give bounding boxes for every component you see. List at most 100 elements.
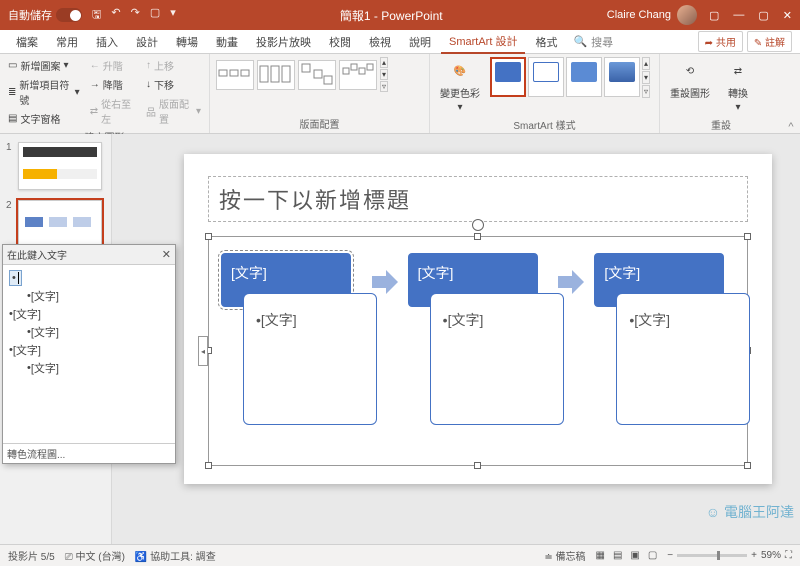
text-pane-button[interactable]: ▤ 文字窗格 <box>6 110 82 127</box>
process-step-1[interactable]: [文字] •[文字] <box>221 253 362 307</box>
tab-transitions[interactable]: 轉場 <box>168 30 206 53</box>
gallery-up-icon[interactable]: ▴ <box>642 57 650 70</box>
language-label[interactable]: ⎚ 中文 (台灣) <box>65 548 125 563</box>
list-item[interactable]: • [文字] <box>9 359 169 377</box>
list-item[interactable]: • [文字] <box>9 305 169 323</box>
zoom-in-icon[interactable]: + <box>751 550 757 561</box>
reading-view-icon[interactable]: ▣ <box>630 550 639 561</box>
comments-button[interactable]: ✎ 註解 <box>747 31 792 52</box>
list-item[interactable]: • <box>9 269 169 287</box>
tab-design[interactable]: 設計 <box>128 30 166 53</box>
style-thumb[interactable] <box>566 57 602 97</box>
list-item[interactable]: • [文字] <box>9 287 169 305</box>
zoom-slider[interactable] <box>677 554 747 557</box>
resize-handle[interactable] <box>474 462 481 469</box>
gallery-up-icon[interactable]: ▴ <box>380 57 388 68</box>
textpane-toggle-icon[interactable]: ◂ <box>198 336 208 366</box>
slide-thumb-1[interactable]: 1 <box>6 142 105 190</box>
layout-button[interactable]: 品 版面配置 ▾ <box>144 95 203 127</box>
zoom-out-icon[interactable]: − <box>667 550 673 561</box>
add-bullet-button[interactable]: ≣ 新增項目符號 ▾ <box>6 76 82 108</box>
style-gallery[interactable]: ▴ ▾ ▿ <box>490 57 650 98</box>
layout-thumb[interactable] <box>257 60 295 90</box>
resize-handle[interactable] <box>744 233 751 240</box>
move-down-button[interactable]: ↓ 下移 <box>144 76 203 93</box>
tab-review[interactable]: 校閱 <box>321 30 359 53</box>
autosave-toggle[interactable] <box>56 8 82 22</box>
text-pane-body[interactable]: • • [文字] • [文字] • [文字] • [文字] • [文字] <box>3 265 175 443</box>
redo-icon[interactable]: ↷ <box>131 6 140 25</box>
accessibility-check[interactable]: ♿ 協助工具: 調查 <box>135 548 216 563</box>
move-up-button[interactable]: ↑ 上移 <box>144 57 203 74</box>
convert-button[interactable]: ⇄ 轉換▾ <box>720 57 756 115</box>
step-body[interactable]: •[文字] <box>430 293 564 425</box>
resize-handle[interactable] <box>205 233 212 240</box>
process-step-2[interactable]: [文字] •[文字] <box>408 253 549 307</box>
layout-thumb[interactable] <box>339 60 377 90</box>
rtl-button[interactable]: ⇄ 從右至左 <box>88 95 138 127</box>
style-thumb[interactable] <box>528 57 564 97</box>
tab-view[interactable]: 檢視 <box>361 30 399 53</box>
resize-handle[interactable] <box>744 462 751 469</box>
minimize-icon[interactable]: — <box>733 9 744 22</box>
tab-smartart-design[interactable]: SmartArt 設計 <box>441 30 525 54</box>
share-button[interactable]: ➦ 共用 <box>698 31 743 52</box>
save-icon[interactable]: 🖫 <box>92 6 101 25</box>
tab-help[interactable]: 說明 <box>401 30 439 53</box>
step-body[interactable]: •[文字] <box>243 293 377 425</box>
style-thumb[interactable] <box>604 57 640 97</box>
tab-animations[interactable]: 動畫 <box>208 30 246 53</box>
gallery-more-icon[interactable]: ▿ <box>642 85 650 98</box>
slide-thumb-2[interactable]: 2 <box>6 200 105 248</box>
slide-canvas[interactable]: 按一下以新增標題 ◂ [文字] •[文字] <box>112 134 800 544</box>
zoom-control[interactable]: − + 59% ⛶ <box>667 550 792 561</box>
tab-home[interactable]: 常用 <box>48 30 86 53</box>
layout-gallery[interactable]: ▴ ▾ ▿ <box>216 57 388 92</box>
promote-button[interactable]: ← 升階 <box>88 57 138 74</box>
close-icon[interactable]: ✕ <box>783 9 792 22</box>
search-box[interactable]: 🔍 搜尋 <box>573 30 695 53</box>
slide-counter[interactable]: 投影片 5/5 <box>8 548 55 563</box>
notes-button[interactable]: ≐ 備忘稿 <box>544 548 585 563</box>
autosave-control[interactable]: 自動儲存 <box>8 7 82 23</box>
normal-view-icon[interactable]: ▦ <box>595 550 604 561</box>
tab-file[interactable]: 檔案 <box>8 30 46 53</box>
palette-icon: 🎨 <box>446 59 474 83</box>
gallery-down-icon[interactable]: ▾ <box>642 71 650 84</box>
fit-window-icon[interactable]: ⛶ <box>785 550 792 561</box>
step-body[interactable]: •[文字] <box>616 293 750 425</box>
gallery-more-icon[interactable]: ▿ <box>380 81 388 92</box>
list-item[interactable]: • [文字] <box>9 323 169 341</box>
user-account[interactable]: Claire Chang <box>607 5 697 25</box>
maximize-icon[interactable]: ▢ <box>758 9 768 22</box>
qat-dropdown-icon[interactable]: ▾ <box>170 6 176 25</box>
smartart-text-pane[interactable]: 在此鍵入文字 ✕ • • [文字] • [文字] • [文字] • [文字] •… <box>2 244 176 464</box>
layout-thumb[interactable] <box>298 60 336 90</box>
rotate-handle[interactable] <box>472 219 484 231</box>
style-thumb[interactable] <box>490 57 526 97</box>
smartart-frame[interactable]: ◂ [文字] •[文字] [文字] •[文字] [文字] •[文字] <box>208 236 748 466</box>
demote-button[interactable]: → 降階 <box>88 76 138 93</box>
ribbon-options-icon[interactable]: ▢ <box>709 9 719 22</box>
resize-handle[interactable] <box>205 462 212 469</box>
change-colors-button[interactable]: 🎨 變更色彩▾ <box>436 57 484 115</box>
gallery-down-icon[interactable]: ▾ <box>380 69 388 80</box>
zoom-value[interactable]: 59% <box>761 550 781 561</box>
undo-icon[interactable]: ↶ <box>111 6 120 25</box>
text-pane-header[interactable]: 在此鍵入文字 ✕ <box>3 245 175 265</box>
list-item[interactable]: • [文字] <box>9 341 169 359</box>
add-shape-button[interactable]: ▭ 新增圖案 ▾ <box>6 57 82 74</box>
layout-thumb[interactable] <box>216 60 254 90</box>
collapse-ribbon-icon[interactable]: ^ <box>782 54 800 133</box>
reset-graphic-button[interactable]: ⟲ 重設圖形 <box>666 57 714 102</box>
slideshow-view-icon[interactable]: ▢ <box>648 550 657 561</box>
resize-handle[interactable] <box>474 233 481 240</box>
close-icon[interactable]: ✕ <box>162 248 171 261</box>
start-slideshow-icon[interactable]: ▢ <box>150 6 160 25</box>
sorter-view-icon[interactable]: ▤ <box>613 550 622 561</box>
tab-format[interactable]: 格式 <box>527 30 565 53</box>
tab-slideshow[interactable]: 投影片放映 <box>248 30 319 53</box>
process-step-3[interactable]: [文字] •[文字] <box>594 253 735 307</box>
title-placeholder[interactable]: 按一下以新增標題 <box>208 176 748 222</box>
tab-insert[interactable]: 插入 <box>88 30 126 53</box>
